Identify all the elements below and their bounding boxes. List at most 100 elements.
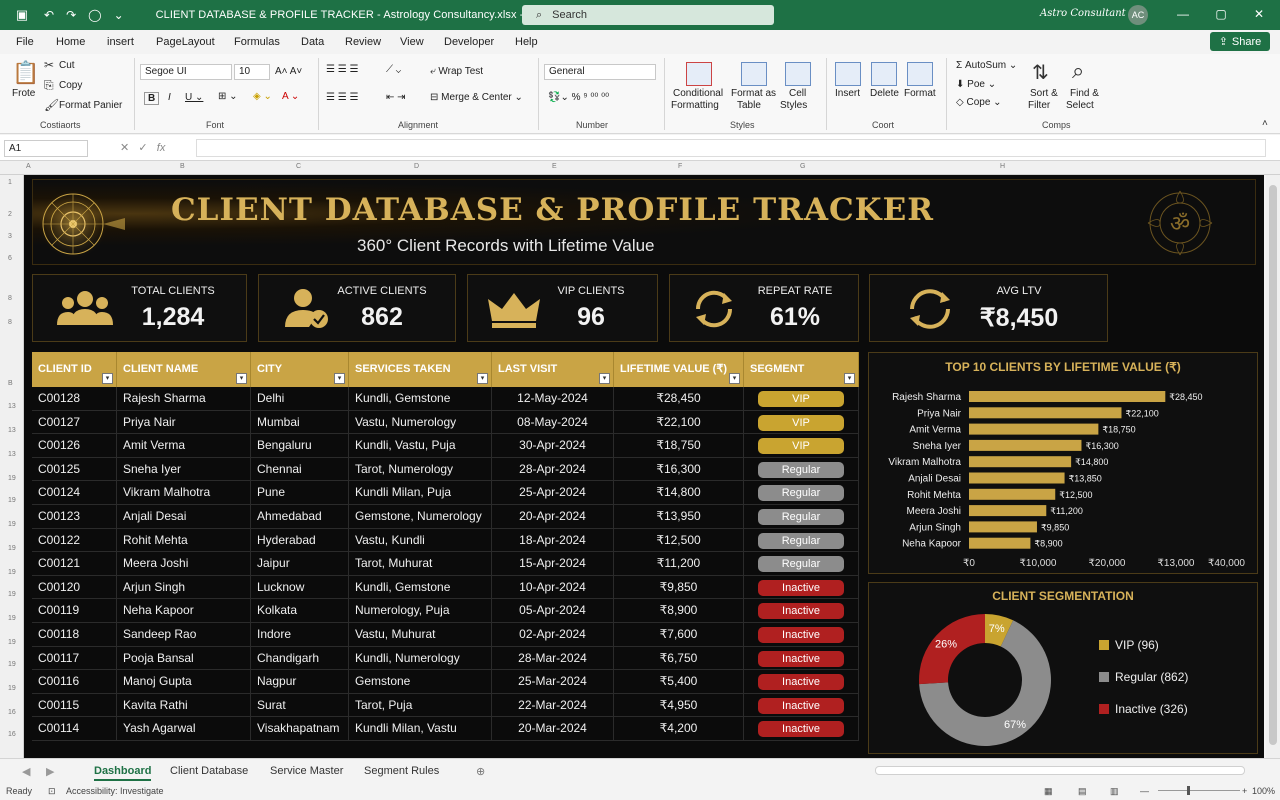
- sheet-tab-segment-rules[interactable]: Segment Rules: [364, 765, 439, 777]
- tab-data[interactable]: Data: [301, 36, 324, 48]
- cell-services[interactable]: Numerology, Puja: [349, 599, 492, 623]
- bar[interactable]: [969, 537, 1031, 549]
- cell-segment[interactable]: VIP: [744, 434, 859, 458]
- horizontal-scrollbar[interactable]: [875, 766, 1245, 775]
- cell-client-name[interactable]: Amit Verma: [117, 434, 251, 458]
- cut-button[interactable]: Cut: [59, 60, 75, 71]
- normal-view-icon[interactable]: ▦: [1044, 786, 1053, 797]
- font-color-icon[interactable]: A ⌄: [282, 91, 299, 102]
- zoom-in-icon[interactable]: +: [1242, 786, 1247, 796]
- prev-sheet-icon[interactable]: ◀: [22, 765, 30, 778]
- table-row[interactable]: C00126 Amit Verma Bengaluru Kundli, Vastu, …: [32, 434, 859, 458]
- format-as-table-button[interactable]: Format as: [731, 88, 776, 99]
- vertical-scrollbar[interactable]: [1266, 175, 1280, 758]
- cell-lifetime-value[interactable]: ₹7,600: [614, 623, 744, 646]
- tab-help[interactable]: Help: [515, 36, 538, 48]
- cell-city[interactable]: Bengaluru: [251, 434, 349, 458]
- autosum-button[interactable]: Σ AutoSum ⌄: [956, 60, 1017, 71]
- table-row[interactable]: C00117 Pooja Bansal Chandigarh Kundli, Nume…: [32, 646, 859, 671]
- bar[interactable]: [969, 488, 1056, 500]
- cell-segment[interactable]: Inactive: [744, 623, 859, 646]
- bar[interactable]: [969, 505, 1047, 517]
- tab-page-layout[interactable]: PageLayout: [156, 36, 215, 48]
- clear-button[interactable]: ◇ Cope ⌄: [956, 97, 1002, 108]
- cell-styles-button[interactable]: Cell: [789, 88, 806, 99]
- formula-input[interactable]: [196, 139, 1266, 157]
- row-header[interactable]: 19: [8, 475, 16, 482]
- bar[interactable]: [969, 407, 1122, 419]
- close-icon[interactable]: ✕: [1252, 7, 1266, 21]
- table-row[interactable]: C00123 Anjali Desai Ahmedabad Gemstone, Num…: [32, 505, 859, 529]
- cell-client-id[interactable]: C00118: [32, 623, 117, 646]
- wrap-text-button[interactable]: ⤶ Wrap Test: [430, 66, 483, 77]
- cell-services[interactable]: Kundli, Numerology: [349, 646, 492, 670]
- table-row[interactable]: C00116 Manoj Gupta Nagpur Gemstone 25-Mar-20…: [32, 670, 859, 694]
- table-row[interactable]: C00115 Kavita Rathi Surat Tarot, Puja 22-Mar…: [32, 693, 859, 718]
- row-header[interactable]: 19: [8, 685, 16, 692]
- cell-lifetime-value[interactable]: ₹4,950: [614, 693, 744, 717]
- row-header[interactable]: 19: [8, 639, 16, 646]
- cell-services[interactable]: Kundli, Gemstone: [349, 387, 492, 410]
- cell-last-visit[interactable]: 10-Apr-2024: [492, 575, 614, 599]
- cell-client-id[interactable]: C00127: [32, 410, 117, 434]
- bar[interactable]: [969, 472, 1065, 484]
- cell-last-visit[interactable]: 18-Apr-2024: [492, 528, 614, 552]
- bar[interactable]: [969, 456, 1072, 468]
- cell-client-id[interactable]: C00120: [32, 575, 117, 599]
- cell-client-name[interactable]: Kavita Rathi: [117, 693, 251, 717]
- cell-city[interactable]: Visakhapatnam: [251, 717, 349, 741]
- row-header[interactable]: 8: [8, 319, 12, 326]
- bar[interactable]: [969, 391, 1166, 402]
- sort-filter-label2[interactable]: Filter: [1028, 100, 1050, 111]
- borders-icon[interactable]: ⊞ ⌄: [218, 91, 238, 102]
- filter-dropdown-icon[interactable]: ▾: [599, 373, 610, 384]
- column-header[interactable]: B: [180, 163, 185, 170]
- cell-client-id[interactable]: C00121: [32, 552, 117, 576]
- column-header[interactable]: H: [1000, 163, 1005, 170]
- cell-services[interactable]: Kundli, Vastu, Puja: [349, 434, 492, 458]
- cell-lifetime-value[interactable]: ₹6,750: [614, 646, 744, 670]
- cell-lifetime-value[interactable]: ₹14,800: [614, 481, 744, 505]
- fill-color-icon[interactable]: ◈ ⌄: [253, 91, 272, 102]
- cell-city[interactable]: Chennai: [251, 457, 349, 481]
- row-header[interactable]: 19: [8, 521, 16, 528]
- cell-city[interactable]: Lucknow: [251, 575, 349, 599]
- indent-icon[interactable]: ⇤ ⇥: [386, 92, 406, 103]
- cell-styles-label2[interactable]: Styles: [780, 100, 807, 111]
- cell-city[interactable]: Nagpur: [251, 670, 349, 694]
- cell-client-name[interactable]: Sneha Iyer: [117, 457, 251, 481]
- cell-client-name[interactable]: Priya Nair: [117, 410, 251, 434]
- cell-services[interactable]: Tarot, Puja: [349, 693, 492, 717]
- cell-city[interactable]: Hyderabad: [251, 528, 349, 552]
- filter-dropdown-icon[interactable]: ▾: [729, 373, 740, 384]
- cell-lifetime-value[interactable]: ₹18,750: [614, 434, 744, 458]
- search-box[interactable]: ⌕ Search: [522, 5, 774, 25]
- row-header[interactable]: 3: [8, 233, 12, 240]
- font-size-select[interactable]: 10: [234, 64, 270, 80]
- table-row[interactable]: C00114 Yash Agarwal Visakhapatnam Kundli Mi…: [32, 717, 859, 741]
- cell-services[interactable]: Gemstone, Numerology: [349, 505, 492, 528]
- cell-city[interactable]: Pune: [251, 481, 349, 505]
- cell-client-name[interactable]: Anjali Desai: [117, 505, 251, 528]
- cell-city[interactable]: Delhi: [251, 387, 349, 410]
- find-select-label2[interactable]: Select: [1066, 100, 1094, 111]
- conditional-formatting-button[interactable]: Conditional: [673, 88, 723, 99]
- cell-segment[interactable]: Regular: [744, 505, 859, 528]
- bar[interactable]: [969, 423, 1099, 435]
- cell-last-visit[interactable]: 05-Apr-2024: [492, 599, 614, 623]
- cell-last-visit[interactable]: 25-Apr-2024: [492, 481, 614, 505]
- cell-client-id[interactable]: C00122: [32, 528, 117, 552]
- customize-icon[interactable]: ⌄: [114, 8, 124, 22]
- cell-city[interactable]: Indore: [251, 623, 349, 646]
- font-name-select[interactable]: Segoe UI: [140, 64, 232, 80]
- cell-client-id[interactable]: C00114: [32, 717, 117, 741]
- cell-client-name[interactable]: Meera Joshi: [117, 552, 251, 576]
- cell-lifetime-value[interactable]: ₹4,200: [614, 717, 744, 741]
- cell-client-name[interactable]: Yash Agarwal: [117, 717, 251, 741]
- merge-center-button[interactable]: ⊟ Merge & Center ⌄: [430, 92, 523, 103]
- cell-services[interactable]: Kundli Milan, Puja: [349, 481, 492, 505]
- bold-button[interactable]: B: [144, 92, 160, 105]
- cell-lifetime-value[interactable]: ₹11,200: [614, 552, 744, 576]
- cell-last-visit[interactable]: 15-Apr-2024: [492, 552, 614, 576]
- table-row[interactable]: C00118 Sandeep Rao Indore Vastu, Muhurat 02-…: [32, 623, 859, 647]
